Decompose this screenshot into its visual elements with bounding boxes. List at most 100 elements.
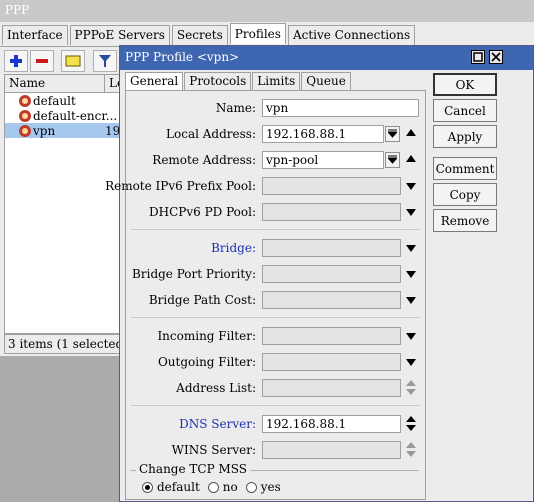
dropdown-arrow-icon[interactable] <box>406 359 416 366</box>
remote-address-label: Remote Address: <box>152 153 256 167</box>
radio-button[interactable] <box>245 481 257 493</box>
radio-yes[interactable]: yes <box>245 480 281 494</box>
field-row-remote-address: Remote Address: vpn-pool <box>126 151 427 169</box>
profile-icon <box>19 94 31 107</box>
name-input[interactable]: vpn <box>262 99 419 117</box>
tab-general[interactable]: General <box>125 72 184 91</box>
dhcpv6-pd-pool-label: DHCPv6 PD Pool: <box>149 205 256 219</box>
remove-button[interactable]: Remove <box>433 209 497 232</box>
tab-limits[interactable]: Limits <box>252 72 301 90</box>
bridge-path-cost-label: Bridge Path Cost: <box>148 293 256 307</box>
tab-active-connections[interactable]: Active Connections <box>287 25 416 45</box>
window-title: PPP <box>0 0 534 22</box>
address-list-input[interactable] <box>262 379 401 397</box>
outgoing-filter-input[interactable] <box>262 353 401 371</box>
bridge-port-priority-input[interactable] <box>262 265 401 283</box>
local-address-dropdown[interactable] <box>385 126 400 142</box>
bridge-path-cost-input[interactable] <box>262 291 401 309</box>
radio-default[interactable]: default <box>142 480 200 494</box>
tab-secrets[interactable]: Secrets <box>171 25 228 45</box>
remote-address-dropdown[interactable] <box>385 152 400 168</box>
divider <box>131 405 420 406</box>
dropdown-arrow-icon[interactable] <box>406 183 416 190</box>
filter-icon <box>99 55 111 67</box>
filter-button[interactable] <box>93 50 117 72</box>
dropdown-arrow-icon[interactable] <box>406 297 416 304</box>
radio-button[interactable] <box>207 481 219 493</box>
dns-server-label: DNS Server: <box>179 417 256 431</box>
divider <box>131 317 420 318</box>
tab-queue[interactable]: Queue <box>301 72 351 90</box>
bridge-input[interactable] <box>262 239 401 257</box>
general-panel: Name: vpn Local Address: 192.168.88.1 Re… <box>105 90 427 500</box>
tab-pppoe-servers[interactable]: PPPoE Servers <box>69 25 170 45</box>
field-row-remote-ipv6-pool: Remote IPv6 Prefix Pool: <box>105 177 427 195</box>
updown-icon[interactable] <box>406 380 416 396</box>
radio-label: no <box>222 480 238 494</box>
chevron-down-icon <box>388 129 397 138</box>
incoming-filter-input[interactable] <box>262 327 401 345</box>
field-row-dns-server: DNS Server: 192.168.88.1 <box>126 415 427 433</box>
add-button[interactable] <box>4 50 28 72</box>
dropdown-arrow-icon[interactable] <box>406 333 416 340</box>
name-label: Name: <box>215 101 256 115</box>
updown-icon[interactable] <box>406 442 416 458</box>
profile-icon <box>19 109 31 122</box>
dialog-title: PPP Profile <vpn> <box>125 50 240 64</box>
dropdown-arrow-icon[interactable] <box>406 271 416 278</box>
copy-button[interactable]: Copy <box>433 183 497 206</box>
close-icon[interactable] <box>489 50 503 64</box>
profile-icon <box>19 124 31 137</box>
ok-button[interactable]: OK <box>433 73 497 96</box>
row-local: 19 <box>105 123 121 138</box>
field-row-bridge-path-cost: Bridge Path Cost: <box>126 291 427 309</box>
radio-button[interactable] <box>142 481 153 493</box>
comment-button[interactable]: Comment <box>433 157 497 180</box>
minus-icon <box>36 59 48 63</box>
field-row-name: Name: vpn <box>126 99 427 117</box>
cancel-button[interactable]: Cancel <box>433 99 497 122</box>
tcp-mss-radios: default no yes <box>142 480 281 494</box>
collapse-arrow-icon[interactable] <box>406 129 416 136</box>
remote-address-input[interactable]: vpn-pool <box>262 151 384 169</box>
local-address-input[interactable]: 192.168.88.1 <box>262 125 384 143</box>
comment-button[interactable] <box>61 50 85 72</box>
column-name[interactable]: Name <box>5 75 105 92</box>
note-icon <box>65 55 81 67</box>
tab-interface[interactable]: Interface <box>2 25 68 45</box>
collapse-arrow-icon[interactable] <box>406 155 416 162</box>
tab-bar: Interface PPPoE Servers Secrets Profiles… <box>2 23 417 45</box>
dropdown-arrow-icon[interactable] <box>406 245 416 252</box>
dns-server-input[interactable]: 192.168.88.1 <box>262 415 401 433</box>
field-row-dhcpv6-pd-pool: DHCPv6 PD Pool: <box>126 203 427 221</box>
tcp-mss-title: Change TCP MSS <box>136 462 250 476</box>
bridge-port-priority-label: Bridge Port Priority: <box>132 267 256 281</box>
address-list-label: Address List: <box>176 381 256 395</box>
chevron-down-icon <box>388 155 397 164</box>
incoming-filter-label: Incoming Filter: <box>157 329 256 343</box>
tab-profiles[interactable]: Profiles <box>229 23 286 44</box>
row-name: default <box>33 93 76 108</box>
remote-ipv6-pool-label: Remote IPv6 Prefix Pool: <box>105 179 256 193</box>
field-row-bridge-port-priority: Bridge Port Priority: <box>126 265 427 283</box>
field-row-local-address: Local Address: 192.168.88.1 <box>126 125 427 143</box>
apply-button[interactable]: Apply <box>433 125 497 148</box>
row-name: default-encr... <box>33 108 118 123</box>
tab-protocols[interactable]: Protocols <box>184 72 252 90</box>
remove-button[interactable] <box>30 50 54 72</box>
row-name: vpn <box>33 123 56 138</box>
radio-no[interactable]: no <box>207 480 238 494</box>
dhcpv6-pd-pool-input[interactable] <box>262 203 401 221</box>
dialog-tabs: General Protocols Limits Queue <box>125 72 352 91</box>
dialog-title-bar: PPP Profile <vpn> <box>120 46 533 70</box>
radio-label: default <box>157 480 200 494</box>
dropdown-arrow-icon[interactable] <box>406 209 416 216</box>
field-row-incoming-filter: Incoming Filter: <box>126 327 427 345</box>
updown-icon[interactable] <box>406 416 416 432</box>
wins-server-input[interactable] <box>262 441 401 459</box>
divider <box>131 229 420 230</box>
radio-label: yes <box>260 480 281 494</box>
field-row-outgoing-filter: Outgoing Filter: <box>126 353 427 371</box>
maximize-icon[interactable] <box>471 50 485 64</box>
remote-ipv6-pool-input[interactable] <box>262 177 401 195</box>
